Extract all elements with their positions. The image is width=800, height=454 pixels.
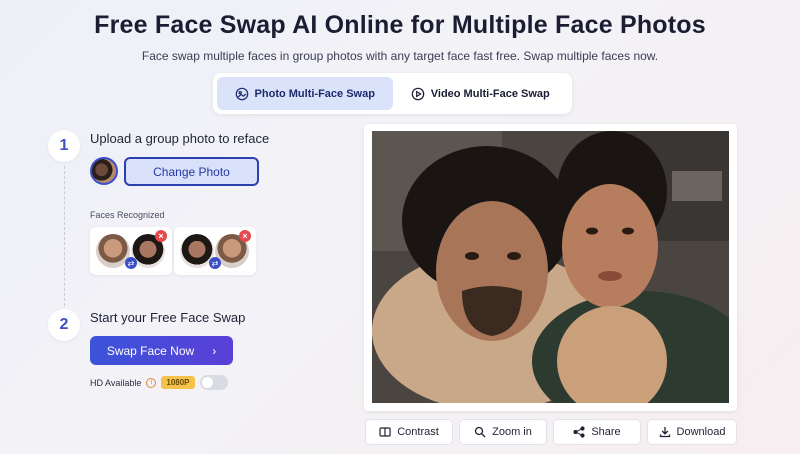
photo-preview-frame [364,124,737,411]
page-title: Free Face Swap AI Online for Multiple Fa… [94,11,706,39]
tab-label: Video Multi-Face Swap [430,87,550,100]
contrast-icon [379,427,391,437]
tab-video-multi-face-swap[interactable]: Video Multi-Face Swap [393,77,569,110]
swap-arrows-icon: ⇄ [125,257,137,269]
remove-face-icon[interactable]: × [239,230,251,242]
zoom-icon [474,426,486,438]
step1-title: Upload a group photo to reface [90,131,270,146]
share-button[interactable]: Share [553,419,641,445]
swap-face-now-button[interactable]: Swap Face Now › [90,336,233,365]
photo-illustration [372,131,729,403]
step2-title: Start your Free Face Swap [90,310,246,325]
image-icon [235,87,248,100]
hd-option-row: HD Available i 1080P [90,375,228,390]
step-number-2: 2 [48,309,80,341]
download-button[interactable]: Download [647,419,737,445]
resolution-badge: 1080P [161,376,195,389]
tab-photo-multi-face-swap[interactable]: Photo Multi-Face Swap [217,77,393,110]
info-icon[interactable]: i [146,377,157,388]
hd-label: HD Available [90,377,142,388]
mode-tabs: Photo Multi-Face Swap Video Multi-Face S… [213,73,572,114]
swap-arrows-icon: ⇄ [209,257,221,269]
remove-face-icon[interactable]: × [155,230,167,242]
page-subtitle: Face swap multiple faces in group photos… [141,49,659,63]
action-label: Zoom in [492,426,532,438]
action-label: Share [591,426,621,438]
action-label: Download [676,426,726,438]
step-connector [64,166,65,306]
download-icon [659,427,670,438]
zoom-in-button[interactable]: Zoom in [459,419,547,445]
action-label: Contrast [397,426,439,438]
contrast-button[interactable]: Contrast [365,419,453,445]
swap-button-label: Swap Face Now [106,343,195,358]
play-circle-icon [411,87,425,100]
faces-recognized-label: Faces Recognized [90,210,165,220]
uploaded-photo-thumbnail[interactable] [90,157,118,185]
face-pair-card[interactable]: ⇄ × [174,227,256,275]
hd-toggle[interactable] [199,375,228,390]
chevron-right-icon: › [212,343,217,358]
step-number-1: 1 [48,130,80,162]
change-photo-button[interactable]: Change Photo [124,157,259,186]
tab-label: Photo Multi-Face Swap [254,87,375,100]
share-icon [573,426,585,438]
face-pair-card[interactable]: ⇄ × [90,227,172,275]
group-photo-preview [372,131,729,403]
